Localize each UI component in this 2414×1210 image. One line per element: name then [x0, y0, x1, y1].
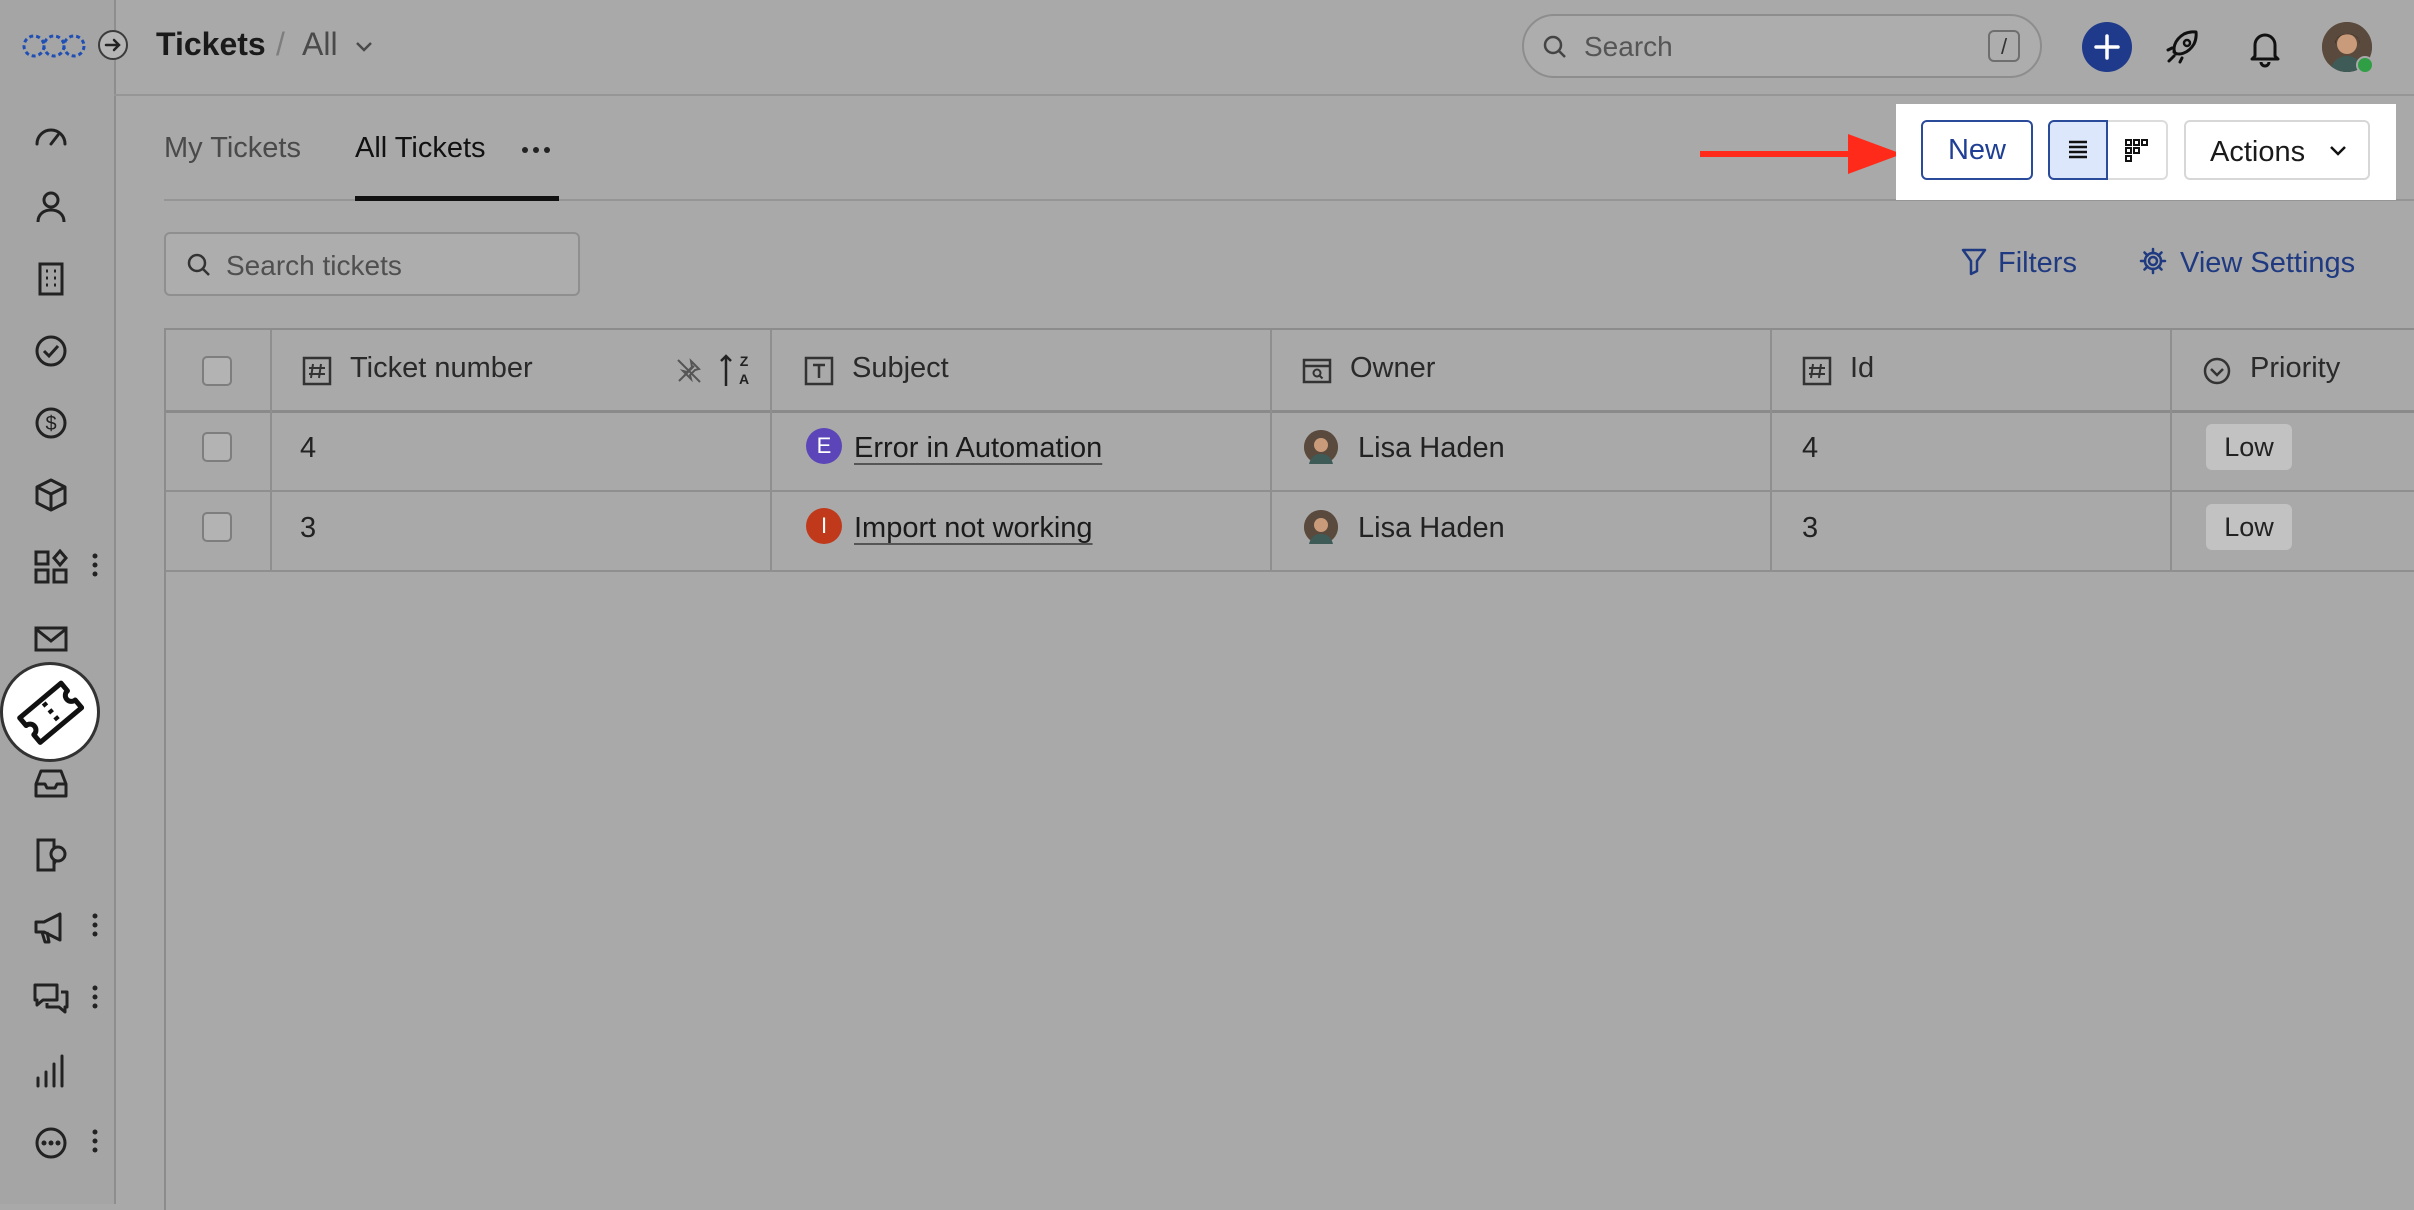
view-settings-label: View Settings: [2180, 247, 2356, 279]
filters-label: Filters: [1998, 247, 2077, 279]
filters-button[interactable]: Filters: [1960, 246, 2077, 280]
tickets-table: Ticket number ZA Subject Owner Id Priori…: [164, 328, 2414, 1210]
svg-text:Z: Z: [740, 353, 749, 369]
number-field-icon: [302, 356, 332, 386]
more-menu-icon[interactable]: [88, 1126, 102, 1156]
sort-descending-icon[interactable]: ZA: [718, 350, 754, 390]
actions-dropdown[interactable]: Actions: [2184, 120, 2370, 180]
apps-menu-icon[interactable]: [88, 550, 102, 580]
quick-add-button[interactable]: [2082, 22, 2132, 72]
email-icon[interactable]: [30, 618, 72, 660]
ticket-number-cell: 3: [300, 512, 317, 544]
campaigns-menu-icon[interactable]: [88, 910, 102, 940]
plus-icon: [2094, 34, 2120, 60]
tab-options-icon[interactable]: [518, 136, 554, 164]
conversations-icon[interactable]: [30, 978, 72, 1020]
row-checkbox[interactable]: [202, 512, 232, 542]
list-view-icon: [2069, 140, 2087, 159]
top-bar: Tickets / All Search /: [114, 0, 2414, 96]
unpin-icon[interactable]: [674, 356, 704, 386]
column-header-priority[interactable]: Priority: [2250, 352, 2340, 385]
tickets-icon[interactable]: [0, 662, 100, 762]
table-header: Ticket number ZA Subject Owner Id Priori…: [166, 330, 2414, 413]
tab-all-tickets[interactable]: All Tickets: [355, 132, 486, 165]
active-tab-indicator: [355, 196, 559, 201]
id-cell: 3: [1802, 512, 1819, 544]
dashboard-icon[interactable]: [30, 114, 72, 156]
bell-icon[interactable]: [2244, 26, 2286, 68]
owner-name[interactable]: Lisa Haden: [1358, 432, 1505, 465]
owner-avatar: [1304, 430, 1338, 464]
annotation-arrow-icon: [1700, 128, 1914, 180]
column-header-id[interactable]: Id: [1850, 352, 1874, 385]
table-row[interactable]: 4 E Error in Automation Lisa Haden 4 Low: [166, 410, 2414, 492]
more-icon[interactable]: [30, 1122, 72, 1164]
priority-badge[interactable]: Low: [2206, 424, 2292, 470]
filter-icon: [1961, 248, 1987, 276]
app-logo-icon[interactable]: [22, 30, 86, 62]
chevron-down-icon: [356, 41, 373, 52]
search-tickets-placeholder: Search tickets: [226, 250, 402, 281]
kanban-view-icon: [2125, 139, 2148, 162]
conversations-menu-icon[interactable]: [88, 982, 102, 1012]
rocket-icon[interactable]: [2162, 26, 2204, 68]
campaigns-icon[interactable]: [30, 906, 72, 948]
priority-badge[interactable]: Low: [2206, 504, 2292, 550]
column-header-subject[interactable]: Subject: [852, 352, 949, 385]
subject-avatar: E: [806, 428, 842, 464]
contacts-icon[interactable]: [30, 186, 72, 228]
page-title: Tickets: [156, 26, 266, 62]
actions-label: Actions: [2210, 136, 2306, 168]
deals-icon[interactable]: $: [30, 402, 72, 444]
list-view-button[interactable]: [2048, 120, 2108, 180]
search-shortcut: /: [1988, 30, 2020, 62]
subject-link[interactable]: Error in Automation: [854, 432, 1102, 465]
ticket-number-cell: 4: [300, 432, 317, 464]
subject-avatar: I: [806, 508, 842, 544]
column-header-owner[interactable]: Owner: [1350, 352, 1435, 385]
inbox-icon[interactable]: [30, 762, 72, 804]
search-placeholder: Search: [1584, 31, 1673, 62]
search-icon: [187, 253, 210, 276]
select-all-checkbox[interactable]: [202, 356, 232, 386]
breadcrumb-separator: /: [276, 26, 285, 62]
companies-icon[interactable]: [30, 258, 72, 300]
owner-avatar: [1304, 510, 1338, 544]
global-search-input[interactable]: Search /: [1522, 14, 2042, 78]
svg-text:$: $: [45, 413, 56, 435]
sidebar: $: [0, 0, 128, 1204]
products-icon[interactable]: [30, 474, 72, 516]
select-field-icon: [2203, 357, 2231, 385]
table-row[interactable]: 3 I Import not working Lisa Haden 3 Low: [166, 490, 2414, 572]
search-icon: [1543, 35, 1566, 58]
gear-icon: [2139, 247, 2167, 275]
owner-name[interactable]: Lisa Haden: [1358, 512, 1505, 545]
svg-text:A: A: [739, 371, 749, 387]
helpdesk-icon[interactable]: [30, 834, 72, 876]
reports-icon[interactable]: [30, 1050, 72, 1092]
number-field-icon: [1802, 356, 1832, 386]
new-ticket-button[interactable]: New: [1921, 120, 2033, 180]
tab-my-tickets[interactable]: My Tickets: [164, 132, 301, 165]
search-tickets-input[interactable]: Search tickets: [164, 232, 580, 296]
text-field-icon: [804, 356, 834, 386]
chevron-down-icon: [2330, 146, 2346, 156]
id-cell: 4: [1802, 432, 1819, 464]
view-selector[interactable]: All: [302, 26, 374, 63]
apps-icon[interactable]: [30, 546, 72, 588]
online-status-dot: [2356, 56, 2374, 74]
column-header-ticket-number[interactable]: Ticket number: [350, 352, 533, 385]
row-checkbox[interactable]: [202, 432, 232, 462]
tasks-icon[interactable]: [30, 330, 72, 372]
subject-link[interactable]: Import not working: [854, 512, 1093, 545]
view-settings-button[interactable]: View Settings: [2138, 246, 2355, 280]
owner-field-icon: [1302, 358, 1332, 384]
kanban-view-button[interactable]: [2108, 120, 2168, 180]
view-selector-label: All: [302, 26, 338, 62]
